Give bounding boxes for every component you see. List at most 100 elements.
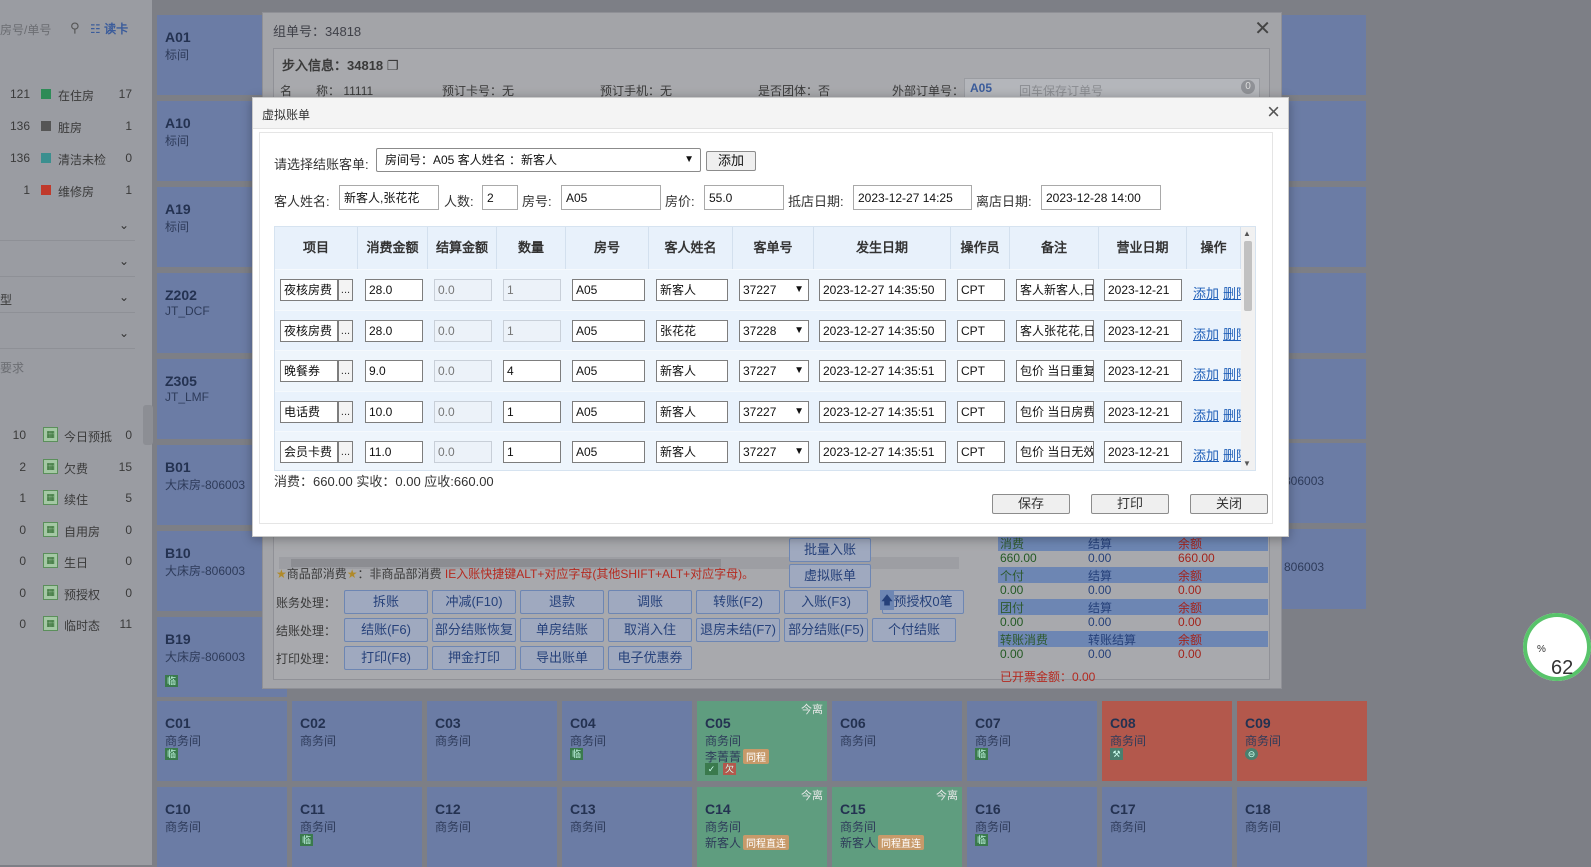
- business-date-input[interactable]: 2023-12-21: [1104, 319, 1182, 342]
- close-button[interactable]: 关闭: [1190, 494, 1268, 514]
- order-select[interactable]: 37227 ▼: [739, 360, 809, 382]
- save-button[interactable]: 保存: [992, 494, 1070, 514]
- room-tile[interactable]: [1282, 15, 1366, 95]
- order-select[interactable]: 37227 ▼: [739, 400, 809, 423]
- room-tile[interactable]: C15 商务间 今离 新客人 同程直连: [832, 787, 962, 867]
- column-header[interactable]: 操作: [1187, 227, 1241, 269]
- filter-select[interactable]: ⌄: [0, 322, 135, 349]
- close-icon[interactable]: ×: [1267, 99, 1280, 125]
- status-filter[interactable]: 0 ▦ 自用房 0: [0, 519, 150, 541]
- status-filter[interactable]: 0 ▦ 临时态 11: [0, 613, 150, 635]
- qty-input[interactable]: 1: [503, 441, 561, 463]
- note-input[interactable]: 包价 当日无效: [1016, 441, 1094, 463]
- leave-input[interactable]: 2023-12-28 14:00: [1041, 185, 1161, 210]
- guest-input[interactable]: 张花花: [656, 319, 728, 342]
- column-header[interactable]: 房号: [566, 227, 649, 269]
- batch-post-button[interactable]: 批量入账: [789, 538, 871, 562]
- business-date-input[interactable]: 2023-12-21: [1104, 441, 1182, 463]
- operator-input[interactable]: CPT: [957, 441, 1005, 463]
- room-tile[interactable]: 806003: [1282, 443, 1366, 523]
- func-button[interactable]: 部分结账(F5): [784, 618, 868, 642]
- price-input[interactable]: 55.0: [704, 185, 784, 210]
- column-header[interactable]: 发生日期: [814, 227, 951, 269]
- column-header[interactable]: 消费金额: [358, 227, 428, 269]
- arrow-up-icon[interactable]: 🡅: [880, 590, 894, 610]
- func-button[interactable]: 退房未结(F7): [696, 618, 780, 642]
- item-picker-button[interactable]: ...: [338, 400, 353, 423]
- room-input[interactable]: A05: [572, 360, 645, 382]
- func-button[interactable]: 导出账单: [520, 646, 604, 670]
- func-button[interactable]: 退款: [520, 590, 604, 614]
- date-input[interactable]: 2023-12-27 14:35:50: [819, 319, 946, 342]
- func-button[interactable]: 拆账: [344, 590, 428, 614]
- search-icon[interactable]: ⚲: [70, 20, 80, 36]
- column-header[interactable]: 数量: [497, 227, 566, 269]
- column-header[interactable]: 客单号: [733, 227, 814, 269]
- item-input[interactable]: 夜核房费: [280, 319, 338, 342]
- operator-input[interactable]: CPT: [957, 400, 1005, 423]
- room-tile[interactable]: C07 商务间临: [967, 701, 1097, 781]
- column-header[interactable]: 操作员: [951, 227, 1010, 269]
- func-button[interactable]: 电子优惠券: [608, 646, 692, 670]
- ext-order-input[interactable]: A05 回车保存订单号 0: [964, 78, 1260, 98]
- copy-icon[interactable]: ❐: [387, 58, 399, 73]
- column-header[interactable]: 客人姓名: [649, 227, 733, 269]
- guest-input[interactable]: 新客人: [656, 279, 728, 301]
- row-add-link[interactable]: 添加: [1193, 405, 1219, 424]
- scroll-up-icon[interactable]: ▲: [1243, 229, 1251, 238]
- date-input[interactable]: 2023-12-27 14:35:51: [819, 441, 946, 463]
- guest-input[interactable]: 新客人: [656, 360, 728, 382]
- amount-input[interactable]: 11.0: [365, 441, 423, 463]
- room-tile[interactable]: C05 商务间 今离 李菁菁 同程 ✓ 欠: [697, 701, 827, 781]
- func-button[interactable]: 冲减(F10): [432, 590, 516, 614]
- guest-input[interactable]: 新客人: [656, 441, 728, 463]
- func-button[interactable]: 打印(F8): [344, 646, 428, 670]
- room-tile[interactable]: [1282, 359, 1366, 439]
- room-tile[interactable]: [1282, 101, 1366, 181]
- room-tile[interactable]: C10 商务间: [157, 787, 287, 867]
- filter-select[interactable]: ⌄: [0, 214, 135, 241]
- room-tile[interactable]: [1282, 187, 1366, 267]
- room-tile[interactable]: C14 商务间 今离 新客人 同程直连: [697, 787, 827, 867]
- row-add-link[interactable]: 添加: [1193, 364, 1219, 383]
- requirement-input[interactable]: 要求: [0, 354, 135, 380]
- read-card-button[interactable]: ☷ 读卡: [90, 20, 128, 37]
- room-tile[interactable]: C16 商务间临: [967, 787, 1097, 867]
- room-tile[interactable]: 806003: [1282, 529, 1366, 609]
- room-tile[interactable]: [1282, 273, 1366, 353]
- status-filter[interactable]: 0 ▦ 预授权 0: [0, 582, 150, 604]
- arrive-input[interactable]: 2023-12-27 14:25: [853, 185, 972, 210]
- column-header[interactable]: 结算金额: [428, 227, 497, 269]
- room-tile[interactable]: C03 商务间: [427, 701, 557, 781]
- filter-select[interactable]: 型 ⌄: [0, 286, 135, 313]
- stat-row[interactable]: 136 脏房 1: [0, 116, 150, 136]
- order-select[interactable]: 37228 ▼: [739, 319, 809, 342]
- room-tile[interactable]: C08 商务间 ⚒: [1102, 701, 1232, 781]
- room-input[interactable]: A05: [572, 319, 645, 342]
- item-input[interactable]: 夜核房费: [280, 279, 338, 301]
- operator-input[interactable]: CPT: [957, 360, 1005, 382]
- room-tile[interactable]: C18 商务间: [1237, 787, 1367, 867]
- order-select[interactable]: 房间号：A05 客人姓名 ：新客人 ▼: [376, 148, 701, 172]
- note-input[interactable]: 客人新客人,日: [1016, 279, 1094, 301]
- room-tile[interactable]: C11 商务间临: [292, 787, 422, 867]
- item-picker-button[interactable]: ...: [338, 279, 353, 301]
- row-add-link[interactable]: 添加: [1193, 283, 1219, 302]
- virtual-bill-button[interactable]: 虚拟账单: [789, 564, 871, 588]
- collapse-handle[interactable]: [143, 405, 153, 445]
- stat-row[interactable]: 1 维修房 1: [0, 180, 150, 200]
- search-input[interactable]: 房号/单号: [0, 21, 51, 38]
- room-input[interactable]: A05: [572, 279, 645, 301]
- status-filter[interactable]: 0 ▦ 生日 0: [0, 550, 150, 572]
- func-button[interactable]: 部分结账恢复: [432, 618, 516, 642]
- item-input[interactable]: 会员卡费: [280, 441, 338, 463]
- func-button[interactable]: 调账: [608, 590, 692, 614]
- item-picker-button[interactable]: ...: [338, 319, 353, 342]
- column-header[interactable]: 营业日期: [1099, 227, 1187, 269]
- qty-input[interactable]: 1: [503, 400, 561, 423]
- date-input[interactable]: 2023-12-27 14:35:51: [819, 360, 946, 382]
- amount-input[interactable]: 9.0: [365, 360, 423, 382]
- count-input[interactable]: 2: [482, 185, 518, 210]
- operator-input[interactable]: CPT: [957, 279, 1005, 301]
- amount-input[interactable]: 28.0: [365, 279, 423, 301]
